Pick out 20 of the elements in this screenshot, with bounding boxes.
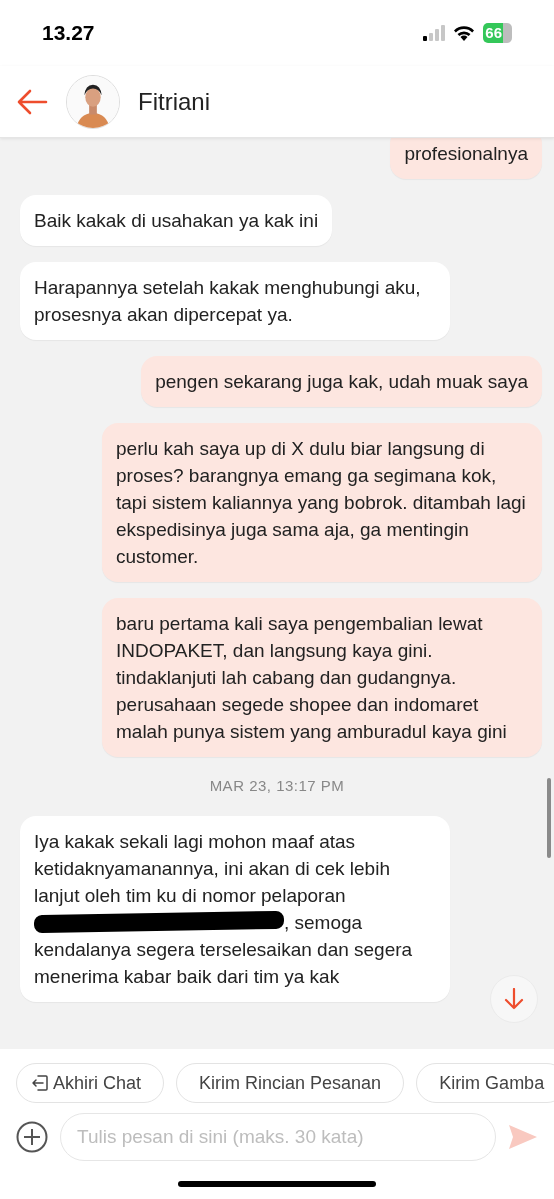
timestamp: MAR 23, 13:17 PM bbox=[209, 776, 345, 796]
message-text: Baik kakak di usahakan ya kak ini bbox=[34, 210, 319, 231]
status-time: 13.27 bbox=[42, 20, 95, 47]
message-text: , semoga bbox=[284, 910, 363, 935]
wifi-icon bbox=[453, 25, 476, 41]
battery-indicator: 66 bbox=[483, 23, 512, 43]
message-text: pengen sekarang juga kak, udah muak saya bbox=[155, 371, 528, 392]
message-text: kendalanya segera terselesaikan dan segera menerima kabar baik dari tim ya kak bbox=[34, 937, 414, 989]
message-text: profesionalnya bbox=[404, 143, 528, 164]
add-icon[interactable] bbox=[16, 1121, 48, 1153]
message-text: Harapannya setelah kakak menghubungi aku, prosesnya akan dipercepat ya. bbox=[34, 277, 421, 325]
contact-name: Fitriani bbox=[138, 86, 210, 117]
back-arrow-icon[interactable] bbox=[16, 87, 48, 116]
signal-icon bbox=[423, 25, 446, 41]
down-arrow-icon bbox=[504, 988, 524, 1010]
exit-icon bbox=[31, 1074, 49, 1092]
message-input[interactable]: Tulis pesan di sini (maks. 30 kata) bbox=[60, 1113, 496, 1161]
message-text: perlu kah saya up di X dulu biar langsung di proses? barangnya emang ga segimana kok, tapi sistem kaliannya yang bobrok. ditambah lagi ekspedisinya juga sama aja, ga mentingin customer. bbox=[116, 438, 526, 567]
message-text: baru pertama kali saya pengembalian lewat INDOPAKET, dan langsung kaya gini. tindaklanjuti lah cabang dan gudangnya. perusahaan segede shopee dan indomaret malah punya sistem yang amburadul kaya gini bbox=[116, 613, 507, 742]
message-text: Iya kakak sekali lagi mohon maaf atas ketidaknyamanannya, ini akan di cek lebih lanjut oleh tim ku di nomor pelaporan bbox=[34, 829, 391, 908]
